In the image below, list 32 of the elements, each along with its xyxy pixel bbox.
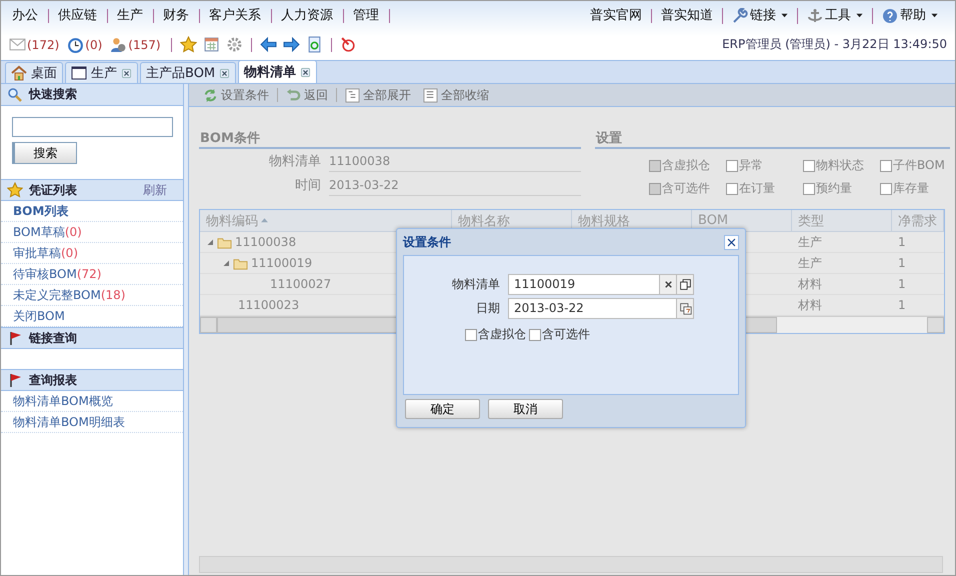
table-cell-text: 生产 xyxy=(797,234,823,250)
checkbox-label: 库存量 xyxy=(893,180,929,197)
field-label: 物料清单 xyxy=(451,276,501,292)
field-value: 11100038 xyxy=(329,150,581,172)
checkbox-label: 含虚拟仓 xyxy=(478,326,526,343)
table-cell: 11100027 xyxy=(270,277,332,291)
section-title: 设置 xyxy=(595,129,950,149)
field-label: 日期 xyxy=(475,300,501,316)
dialog-title: 设置条件 xyxy=(403,234,451,250)
table-cell: 11100019 xyxy=(251,256,312,270)
table-cell-text: 材料 xyxy=(797,276,823,292)
checkbox-label: 子件BOM xyxy=(893,157,945,174)
table-cell-text: 1 xyxy=(897,234,907,251)
checkbox-label: 含可选件 xyxy=(542,326,590,343)
table-cell: 11100038 xyxy=(235,235,296,249)
checkbox-label: 物料状态 xyxy=(816,157,864,174)
table-cell: 11100023 xyxy=(238,298,300,312)
table-cell-text: 生产 xyxy=(797,254,823,272)
table-cell-text: 材料 xyxy=(797,296,823,314)
checkbox-label: 含可选件 xyxy=(662,180,710,197)
table-cell-text: 1 xyxy=(897,255,907,272)
table-cell-text: 1 xyxy=(897,276,907,293)
table-cell-text: 1 xyxy=(897,297,907,314)
field-label: 时间 xyxy=(294,177,322,194)
user-info: ERP管理员 (管理员) - 3月22日 13:49:50 xyxy=(722,36,947,53)
checkbox-label: 在订量 xyxy=(739,180,775,197)
field-label: 物料清单 xyxy=(268,153,322,170)
checkbox-label: 预约量 xyxy=(816,180,852,197)
section-title: BOM条件 xyxy=(199,129,581,149)
checkbox-label: 异常 xyxy=(739,157,763,174)
checkbox-label: 含虚拟仓 xyxy=(662,157,710,174)
field-value: 2013-03-22 xyxy=(329,174,581,196)
